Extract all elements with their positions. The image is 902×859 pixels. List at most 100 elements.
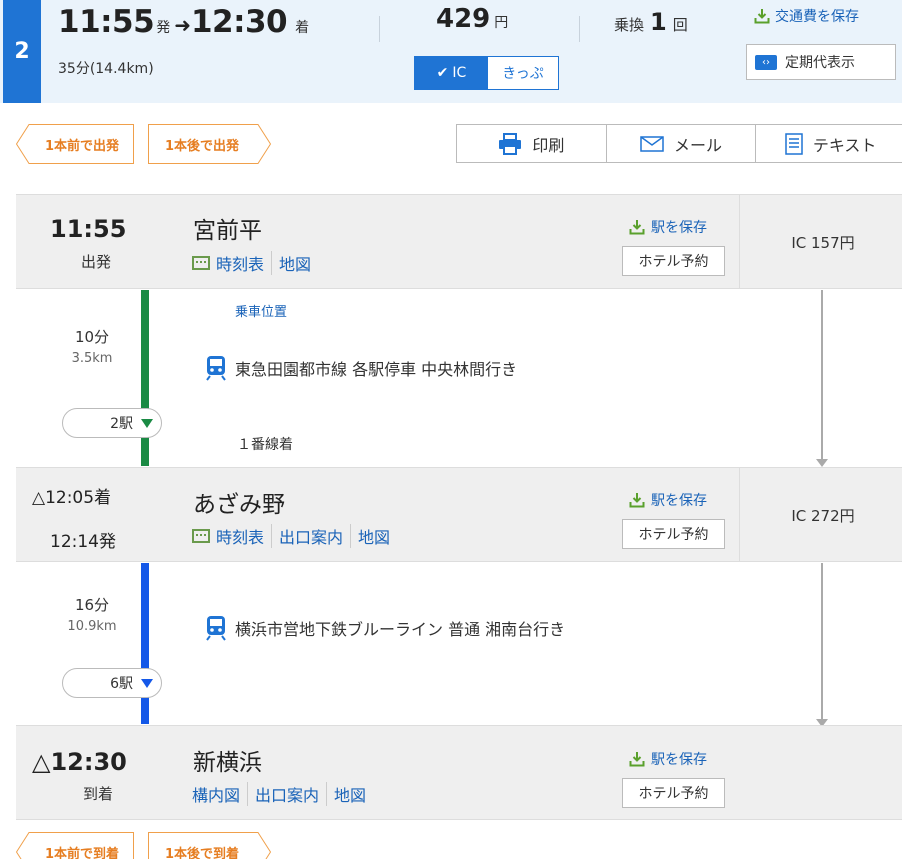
hotel-button[interactable]: ホテル予約: [622, 519, 725, 549]
next-depart-label: 1本後で出発: [164, 138, 240, 154]
station-time-label: 出発: [81, 253, 112, 271]
save-station-label: 駅を保存: [651, 220, 707, 236]
segment-minutes: 10分: [74, 328, 110, 346]
depart-suffix: 発: [156, 20, 171, 36]
next-arrive-label: 1本後で到着: [164, 846, 240, 859]
teiki-label: 定期代表示: [785, 55, 855, 71]
prev-arrive-button[interactable]: 1本前で到着: [16, 832, 134, 859]
divider: [579, 16, 580, 42]
document-icon: [785, 132, 803, 155]
action-bar: 印刷 メール テキスト: [456, 124, 902, 163]
mail-button[interactable]: メール: [607, 125, 757, 162]
stops-count: 6駅: [110, 676, 133, 692]
print-button[interactable]: 印刷: [457, 125, 607, 162]
prev-depart-button[interactable]: 1本前で出発: [16, 124, 134, 164]
boarding-position-link[interactable]: 乗車位置: [235, 301, 287, 320]
save-fare-label: 交通費を保存: [775, 9, 859, 25]
station-name[interactable]: 宮前平: [193, 211, 262, 245]
train-line-label: 横浜市営地下鉄ブルーライン 普通 湘南台行き: [235, 620, 566, 639]
text-button[interactable]: テキスト: [756, 125, 902, 162]
station-links: 時刻表 地図: [192, 251, 318, 275]
map-link[interactable]: 地図: [350, 524, 397, 548]
exit-guide-link[interactable]: 出口案内: [271, 524, 350, 548]
map-link[interactable]: 地図: [271, 251, 318, 275]
download-icon: [629, 220, 645, 235]
prev-arrive-label: 1本前で到着: [44, 846, 120, 859]
map-link[interactable]: 地図: [326, 782, 373, 806]
envelope-icon: [640, 135, 664, 152]
platform-info: １番線着: [237, 437, 293, 453]
departure-time: 12:14発: [50, 532, 116, 552]
save-station-label: 駅を保存: [651, 493, 707, 509]
save-station-link[interactable]: 駅を保存: [629, 217, 707, 237]
timetable-link[interactable]: 時刻表: [216, 524, 271, 548]
stops-count: 2駅: [110, 416, 133, 432]
ic-fare: IC 272円: [791, 507, 855, 525]
hotel-button[interactable]: ホテル予約: [622, 246, 725, 276]
station-map-link[interactable]: 構内図: [192, 782, 247, 806]
route-summary-header: 2 11:55 発 ➜12:30 着 35分(14.4km) 429 円 乗換 1 回 ✔ I…: [0, 0, 902, 103]
check-icon: ✔: [436, 65, 449, 81]
station-name[interactable]: あざみ野: [193, 485, 285, 519]
fare-amount: 429: [436, 4, 491, 34]
line-color-bar: [141, 290, 149, 466]
station-time-label: 到着: [83, 785, 114, 803]
route-rank-badge: 2: [3, 0, 41, 103]
mail-label: メール: [674, 135, 723, 155]
station-links: 時刻表 出口案内 地図: [192, 524, 397, 548]
commuter-pass-icon: ‹›: [755, 54, 777, 70]
train-line[interactable]: 東急田園都市線 各駅停車 中央林間行き: [205, 355, 517, 381]
fare-unit: 円: [494, 15, 509, 31]
segment-distance: 3.5km: [71, 351, 113, 366]
save-station-label: 駅を保存: [651, 752, 707, 768]
arrow-right-icon: ➜: [174, 13, 191, 37]
toggle-ic-button[interactable]: ✔ IC: [415, 57, 488, 89]
toggle-ticket-button[interactable]: きっぷ: [488, 57, 558, 89]
train-line[interactable]: 横浜市営地下鉄ブルーライン 普通 湘南台行き: [205, 615, 565, 641]
timetable-link[interactable]: 時刻表: [216, 251, 271, 275]
station-name[interactable]: 新横浜: [193, 743, 262, 777]
printer-icon: [499, 132, 522, 155]
download-icon: [629, 752, 645, 767]
station-row-2: △12:05着 12:14発 あざみ野 時刻表 出口案内 地図 駅を保存 ホテル…: [16, 467, 902, 562]
station-time: 11:55: [50, 215, 127, 243]
print-label: 印刷: [532, 135, 565, 155]
route-duration: 35分(14.4km): [58, 61, 154, 77]
divider: [379, 16, 380, 42]
text-label: テキスト: [812, 135, 877, 155]
depart-time: 11:55: [58, 4, 155, 40]
stops-toggle[interactable]: 2駅: [62, 408, 162, 438]
segment-minutes: 16分: [74, 596, 110, 614]
arrive-suffix: 着: [295, 20, 310, 36]
fare-range-arrow: [816, 563, 828, 727]
next-arrive-button[interactable]: 1本後で到着: [148, 832, 271, 859]
station-links: 構内図 出口案内 地図: [192, 782, 373, 806]
segment-duration: 16分 10.9km: [42, 594, 142, 634]
route-fare: 429 円: [436, 4, 508, 34]
fare-range-arrow: [816, 290, 828, 467]
exit-guide-link[interactable]: 出口案内: [247, 782, 326, 806]
hotel-button[interactable]: ホテル予約: [622, 778, 725, 808]
timetable-icon: [192, 529, 210, 543]
arrival-time: △12:05着: [32, 488, 112, 508]
timetable-icon: [192, 256, 210, 270]
next-depart-button[interactable]: 1本後で出発: [148, 124, 271, 164]
stops-toggle[interactable]: 6駅: [62, 668, 162, 698]
arrive-time: 12:30: [190, 4, 288, 40]
save-fare-link[interactable]: 交通費を保存: [754, 6, 859, 26]
chevron-down-icon: [141, 678, 153, 688]
segment-duration: 10分 3.5km: [42, 326, 142, 366]
train-icon: [206, 356, 226, 381]
transfer-unit: 回: [672, 16, 688, 34]
transfer-count: 乗換 1 回: [614, 8, 688, 36]
transfer-label: 乗換: [614, 16, 645, 34]
transfer-number: 1: [650, 8, 667, 36]
teiki-button[interactable]: ‹› 定期代表示: [746, 44, 896, 80]
download-icon: [754, 9, 770, 24]
download-icon: [629, 493, 645, 508]
prev-depart-label: 1本前で出発: [44, 138, 120, 154]
train-line-label: 東急田園都市線 各駅停車 中央林間行き: [235, 360, 518, 379]
save-station-link[interactable]: 駅を保存: [629, 490, 707, 510]
station-row-1: 11:55 出発 宮前平 時刻表 地図 駅を保存 ホテル予約 IC 157円: [16, 194, 902, 289]
save-station-link[interactable]: 駅を保存: [629, 749, 707, 769]
